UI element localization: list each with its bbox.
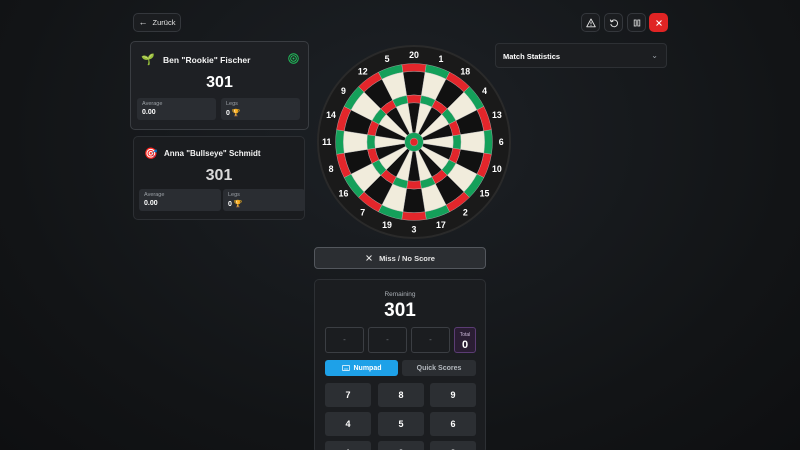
numpad-key-1[interactable]: 1 — [325, 441, 371, 450]
treble-segment-20[interactable] — [406, 94, 422, 104]
double-segment-3[interactable] — [401, 211, 427, 221]
board-number-3: 3 — [412, 224, 417, 234]
board-number-10: 10 — [492, 164, 502, 174]
dart-slot-2[interactable]: - — [368, 327, 407, 353]
board-number-12: 12 — [358, 67, 368, 77]
tab-numpad-label: Numpad — [353, 364, 382, 372]
tab-numpad[interactable]: Numpad — [325, 360, 398, 376]
dart-slot-3[interactable]: - — [411, 327, 450, 353]
miss-label: Miss / No Score — [379, 253, 435, 263]
board-number-15: 15 — [480, 188, 490, 198]
legs-value: 0 🏆 — [226, 109, 241, 117]
single-outer-segment-20[interactable] — [402, 71, 426, 96]
warning-icon — [585, 18, 596, 27]
numpad-key-2[interactable]: 2 — [378, 441, 424, 450]
keyboard-icon — [341, 365, 350, 371]
average-value: 0.00 — [144, 200, 158, 207]
legs-count: 0 — [228, 201, 232, 208]
board-number-13: 13 — [492, 110, 502, 120]
bullseye[interactable] — [409, 137, 419, 147]
arrow-left-icon: ← — [138, 17, 148, 27]
miss-button[interactable]: Miss / No Score — [314, 247, 486, 269]
player-name: Ben "Rookie" Fischer — [163, 55, 251, 65]
board-number-5: 5 — [385, 54, 390, 64]
board-number-1: 1 — [438, 54, 443, 64]
board-number-20: 20 — [409, 50, 419, 60]
board-number-19: 19 — [382, 220, 392, 230]
board-number-17: 17 — [436, 220, 446, 230]
player-score: 301 — [205, 167, 233, 184]
player-card[interactable]: 🎯 Anna "Bullseye" Schmidt 301 Average 0.… — [133, 136, 305, 220]
legs-stat: Legs 0 🏆 — [221, 98, 300, 120]
treble-segment-11[interactable] — [366, 134, 376, 150]
legs-label: Legs — [226, 101, 238, 107]
board-number-7: 7 — [360, 208, 365, 218]
single-outer-segment-3[interactable] — [402, 188, 426, 213]
legs-count: 0 — [226, 110, 230, 117]
legs-stat: Legs 0 🏆 — [223, 189, 305, 211]
single-outer-segment-11[interactable] — [343, 130, 368, 154]
average-stat: Average 0.00 — [139, 189, 221, 211]
back-button[interactable]: ← Zurück — [133, 13, 181, 32]
board-number-2: 2 — [463, 208, 468, 218]
average-label: Average — [142, 101, 163, 107]
close-icon — [366, 255, 372, 261]
double-segment-11[interactable] — [335, 129, 345, 155]
numpad-key-4[interactable]: 4 — [325, 412, 371, 436]
numpad-key-5[interactable]: 5 — [378, 412, 424, 436]
player-name: Anna "Bullseye" Schmidt — [164, 149, 261, 158]
player-card-active[interactable]: 🌱 Ben "Rookie" Fischer 301 Average 0.00 … — [130, 41, 309, 130]
seedling-avatar-icon: 🌱 — [141, 54, 155, 66]
average-stat: Average 0.00 — [137, 98, 216, 120]
back-label: Zurück — [152, 18, 176, 27]
numpad-key-9[interactable]: 9 — [430, 383, 476, 407]
numpad-key-7[interactable]: 7 — [325, 383, 371, 407]
remaining-label: Remaining — [384, 291, 416, 298]
treble-segment-6[interactable] — [452, 134, 462, 150]
numpad-key-6[interactable]: 6 — [430, 412, 476, 436]
chevron-down-icon: ⌄ — [651, 51, 658, 60]
legs-value: 0 🏆 — [228, 200, 243, 208]
trophy-icon: 🏆 — [233, 201, 243, 208]
tab-quick-label: Quick Scores — [416, 364, 462, 372]
board-number-18: 18 — [460, 67, 470, 77]
board-number-11: 11 — [322, 137, 331, 147]
pause-icon — [633, 19, 640, 26]
dart-slot-1[interactable]: - — [325, 327, 364, 353]
board-number-9: 9 — [341, 86, 346, 96]
remaining-value: 301 — [384, 300, 416, 321]
board-number-14: 14 — [326, 110, 336, 120]
total-box: Total 0 — [454, 327, 476, 353]
player-score: 301 — [206, 74, 233, 91]
board-number-6: 6 — [499, 137, 504, 147]
total-value: 0 — [461, 339, 469, 351]
active-target-icon — [288, 53, 299, 64]
close-icon — [655, 19, 662, 26]
board-number-16: 16 — [339, 188, 349, 198]
treble-segment-3[interactable] — [406, 180, 422, 190]
single-outer-segment-6[interactable] — [460, 130, 485, 154]
legs-label: Legs — [228, 192, 240, 198]
board-number-8: 8 — [329, 164, 334, 174]
end-match-button[interactable] — [649, 13, 668, 32]
undo-button[interactable] — [604, 13, 623, 32]
warning-button[interactable] — [581, 13, 600, 32]
total-label: Total — [459, 332, 471, 338]
trophy-icon: 🏆 — [231, 110, 241, 117]
numpad-key-3[interactable]: 3 — [430, 441, 476, 450]
score-input-panel: Remaining 301 - - - Total 0 Numpad Quick… — [314, 279, 486, 450]
numpad-key-8[interactable]: 8 — [378, 383, 424, 407]
tab-quick-scores[interactable]: Quick Scores — [402, 360, 476, 376]
board-number-4: 4 — [482, 86, 487, 96]
double-segment-20[interactable] — [401, 63, 427, 73]
undo-icon — [609, 18, 618, 27]
double-segment-6[interactable] — [483, 129, 493, 155]
pause-button[interactable] — [627, 13, 646, 32]
average-value: 0.00 — [142, 109, 156, 116]
match-statistics-panel[interactable]: Match Statistics ⌄ — [495, 43, 667, 68]
dart-avatar-icon: 🎯 — [144, 148, 158, 160]
average-label: Average — [144, 192, 165, 198]
dartboard[interactable]: 20 1 18 4 13 6 10 15 2 17 3 19 7 16 8 11 14 9 12 5 — [316, 44, 512, 240]
